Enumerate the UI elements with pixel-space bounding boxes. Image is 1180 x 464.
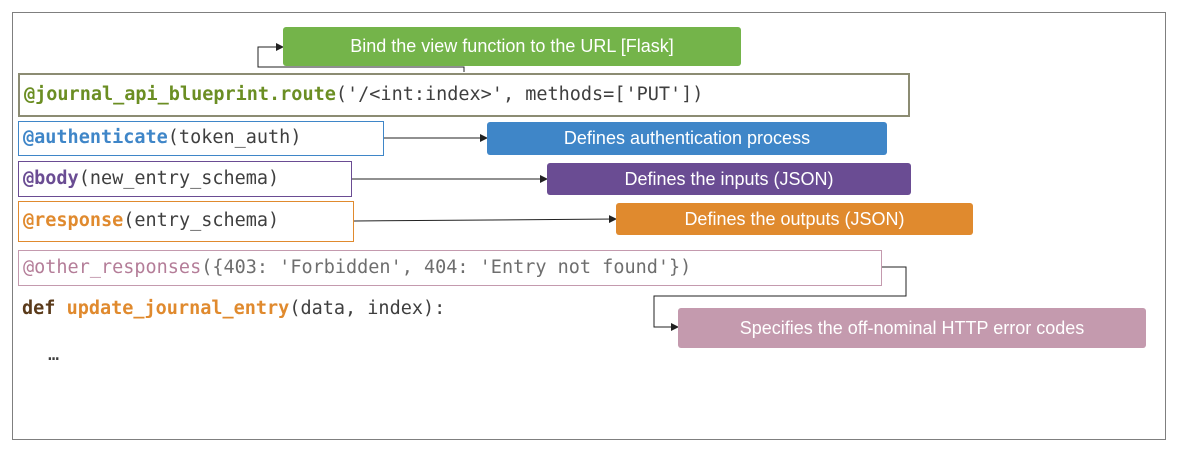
callout-outputs: Defines the outputs (JSON) (616, 203, 973, 235)
authenticate-decorator: @authenticate (23, 127, 168, 149)
response-args: (entry_schema) (123, 210, 280, 232)
callout-inputs: Defines the inputs (JSON) (547, 163, 911, 195)
code-line-route: @journal_api_blueprint.route ('/<int:inde… (18, 73, 910, 117)
route-decorator: @journal_api_blueprint.route (24, 83, 336, 105)
ellipsis: … (48, 343, 60, 365)
response-connector (353, 215, 617, 224)
function-name: update_journal_entry (66, 297, 290, 319)
function-args: (data, index): (289, 297, 446, 319)
callout-authentication: Defines authentication process (487, 122, 887, 155)
def-keyword: def (22, 297, 67, 319)
code-line-ellipsis: … (44, 340, 124, 370)
callout-errors: Specifies the off-nominal HTTP error cod… (678, 308, 1146, 348)
body-decorator: @body (23, 167, 79, 189)
callout-route: Bind the view function to the URL [Flask… (283, 27, 741, 66)
response-decorator: @response (23, 210, 124, 232)
route-args: ('/<int:index>', methods=['PUT']) (335, 83, 704, 105)
code-line-authenticate: @authenticate (token_auth) (18, 121, 384, 156)
code-line-body: @body (new_entry_schema) (18, 161, 352, 197)
other-responses-args: ({403: 'Forbidden', 404: 'Entry not foun… (201, 256, 692, 278)
code-line-def: def update_journal_entry (data, index): (18, 292, 618, 326)
code-line-other-responses: @other_responses ({403: 'Forbidden', 404:… (18, 250, 882, 286)
other-responses-decorator: @other_responses (23, 256, 202, 278)
authenticate-args: (token_auth) (167, 127, 302, 149)
body-args: (new_entry_schema) (78, 167, 280, 189)
code-line-response: @response (entry_schema) (18, 201, 354, 242)
